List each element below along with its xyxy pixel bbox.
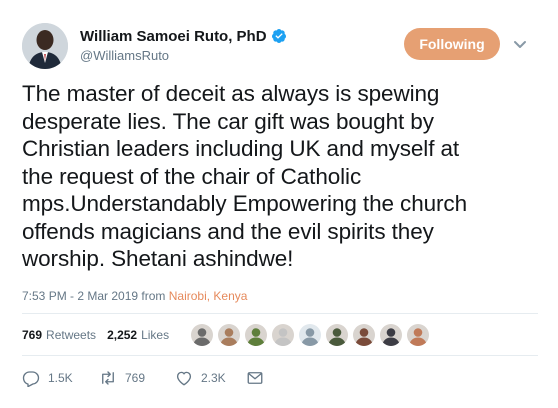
retweet-button[interactable]: 769 [99,369,151,387]
liker-avatar[interactable] [380,324,402,346]
tweet-stats: 769 Retweets 2,252 Likes [22,320,169,350]
author-handle[interactable]: @WilliamsRuto [80,48,169,63]
likes-count: 2,252 [107,328,138,342]
liker-avatar[interactable] [353,324,375,346]
default-avatar-icon [299,324,321,346]
verified-badge-icon [271,29,286,43]
reply-count: 1.5K [48,371,73,385]
user-avatar-icon [245,324,267,346]
tweet-timestamp[interactable]: 7:53 PM - 2 Mar 2019 from [22,289,169,303]
liker-avatar[interactable] [407,324,429,346]
liker-avatar[interactable] [299,324,321,346]
user-avatar-icon [326,324,348,346]
user-avatar-icon [191,324,213,346]
chevron-down-icon[interactable] [512,36,528,52]
user-avatar-icon [380,324,402,346]
divider [22,313,538,314]
user-avatar-icon [272,324,294,346]
direct-message-button[interactable] [246,369,272,387]
like-button[interactable]: 2.3K [175,369,227,387]
heart-icon [176,371,192,386]
reply-icon [22,371,40,387]
retweet-count: 769 [125,371,146,385]
retweets-label: Retweets [46,328,97,342]
tweet-location-link[interactable]: Nairobi, Kenya [169,289,248,303]
likes-label: Likes [141,328,170,342]
divider [22,355,538,356]
tweet-metadata: 7:53 PM - 2 Mar 2019 from Nairobi, Kenya [22,289,247,303]
following-button[interactable]: Following [404,28,500,60]
author-photo-icon [22,23,68,69]
envelope-icon [247,372,263,384]
likes-stat[interactable]: 2,252 Likes [107,328,169,342]
retweets-count: 769 [22,328,43,342]
author-avatar[interactable] [22,23,68,69]
user-avatar-icon [407,324,429,346]
retweets-stat[interactable]: 769 Retweets [22,328,96,342]
tweet-actions: 1.5K 769 2.3K [22,366,272,390]
user-avatar-icon [353,324,375,346]
reply-button[interactable]: 1.5K [22,369,74,387]
liker-avatar[interactable] [191,324,213,346]
tweet-text: The master of deceit as always is spewin… [22,81,467,271]
like-count: 2.3K [201,371,226,385]
liker-avatar[interactable] [245,324,267,346]
liker-avatar[interactable] [218,324,240,346]
liker-avatars [191,320,434,350]
retweet-icon [102,371,114,385]
author-display-name[interactable]: William Samoei Ruto, PhD [80,28,267,45]
liker-avatar[interactable] [326,324,348,346]
user-avatar-icon [218,324,240,346]
liker-avatar[interactable] [272,324,294,346]
author-name-row[interactable]: William Samoei Ruto, PhD [80,25,287,47]
